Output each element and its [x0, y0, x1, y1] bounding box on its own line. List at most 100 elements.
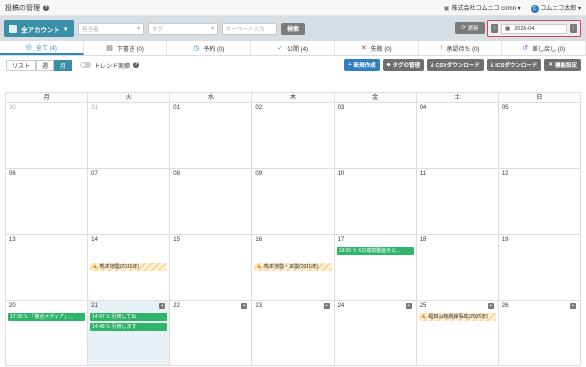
- calendar-day[interactable]: 05: [498, 103, 581, 169]
- calendar-day[interactable]: 24 +: [334, 301, 417, 366]
- calendar-day[interactable]: 18: [416, 235, 499, 301]
- help-icon[interactable]: ?: [133, 62, 140, 68]
- company-switcher[interactable]: ▣ 株式会社コムニコ comn ▾: [443, 3, 521, 13]
- day-number: 23: [255, 303, 263, 309]
- calendar-day[interactable]: 26 +: [498, 301, 581, 366]
- view-week-button[interactable]: 週: [36, 59, 55, 71]
- day-number: 02: [255, 105, 263, 111]
- tab-4[interactable]: ✕ 失敗 (0): [335, 41, 419, 55]
- anniversary-event[interactable]: ▲ 福知山線脱線事故(2005年): [418, 313, 496, 321]
- refresh-button[interactable]: ⟳ 更新: [455, 22, 485, 34]
- keyword-input[interactable]: キーワード入力: [222, 22, 277, 35]
- tag-manage-button[interactable]: ⬥ タグの管理: [382, 59, 425, 71]
- calendar-day[interactable]: 04: [416, 103, 499, 169]
- calendar-day[interactable]: 31: [88, 103, 171, 169]
- scheduled-post[interactable]: 14:47 𝕏 引用してね: [90, 313, 168, 321]
- add-post-icon[interactable]: +: [241, 303, 248, 309]
- tab-0[interactable]: ◎ 全て (4): [0, 41, 84, 55]
- settings-button[interactable]: ✕ 機能設定: [544, 59, 581, 71]
- csv-download-button[interactable]: ⤓ CSVダウンロード: [427, 59, 484, 71]
- calendar-week: 13 14 ▲ 熊本地震(2016年) 15 16 ▲ 熊本地震・本震(2016年) 17 1…: [6, 235, 581, 301]
- weekday-header: 月: [6, 93, 89, 103]
- calendar-day[interactable]: 25 + ▲ 福知山線脱線事故(2005年): [416, 301, 499, 366]
- tab-6[interactable]: ↺ 差し戻し (0): [502, 41, 586, 55]
- next-month-button[interactable]: ›: [570, 24, 577, 33]
- calendar-day[interactable]: 22 +: [170, 301, 253, 366]
- tab-5[interactable]: ! 承認待ち (0): [419, 41, 503, 55]
- event-label: 17:30 𝕏 「複合メディア」...: [10, 314, 74, 320]
- day-number: 13: [9, 237, 16, 243]
- author-select[interactable]: 担当者 ▾: [78, 22, 144, 35]
- day-number: 21: [91, 303, 98, 309]
- prev-month-button[interactable]: ‹: [491, 24, 498, 33]
- tab-2[interactable]: ◷ 予約 (0): [167, 41, 252, 55]
- day-number: 03: [337, 105, 345, 111]
- add-post-icon[interactable]: +: [569, 303, 576, 309]
- calendar-day[interactable]: 17 18:00 𝕏 Xの複数動画を公...: [334, 235, 417, 301]
- download-icon: ⤓: [490, 61, 494, 68]
- view-list-button[interactable]: リスト: [6, 59, 37, 71]
- calendar-day[interactable]: 13: [6, 235, 89, 301]
- ics-download-button[interactable]: ⤓ ICSダウンロード: [486, 59, 542, 71]
- calendar-day[interactable]: 09: [252, 169, 335, 235]
- day-number: 15: [173, 237, 180, 243]
- weekday-header: 日: [498, 93, 581, 103]
- calendar-day[interactable]: 10: [334, 169, 417, 235]
- anniversary-event[interactable]: ▲ 熊本地震(2016年): [90, 263, 168, 271]
- tab-3[interactable]: ✓ 公開 (4): [251, 41, 335, 55]
- add-post-icon[interactable]: +: [487, 303, 494, 309]
- tab-icon: ↺: [522, 45, 529, 52]
- tools-icon: ✕: [548, 62, 553, 68]
- scheduled-post[interactable]: 18:00 𝕏 Xの複数動画を公...: [336, 247, 414, 255]
- help-icon[interactable]: ?: [43, 4, 49, 11]
- day-number: 07: [91, 171, 98, 177]
- month-input[interactable]: ▦ 2026-04: [501, 23, 567, 34]
- calendar-day[interactable]: 16 ▲ 熊本地震・本震(2016年): [252, 235, 335, 301]
- calendar-day[interactable]: 23 +: [252, 301, 335, 366]
- add-post-icon[interactable]: +: [405, 303, 412, 309]
- calendar-day[interactable]: 06: [6, 169, 89, 235]
- calendar-day[interactable]: 15: [170, 235, 253, 301]
- day-number: 22: [173, 303, 180, 309]
- tab-label: 失敗 (0): [370, 46, 392, 53]
- weekday-header: 木: [252, 93, 335, 103]
- calendar-day[interactable]: 19: [498, 235, 581, 301]
- account-selector[interactable]: 全アカウント ▾: [4, 20, 74, 37]
- user-menu[interactable]: C コムニコ太郎 ▾: [530, 3, 581, 13]
- scheduled-post[interactable]: 17:30 𝕏 「複合メディア」...: [8, 313, 86, 321]
- month-picker: ‹ ▦ 2026-04 ›: [487, 20, 581, 37]
- day-number: 30: [9, 105, 16, 111]
- tab-1[interactable]: ▤ 下書き (0): [84, 41, 168, 55]
- anniversary-event[interactable]: ▲ 熊本地震・本震(2016年): [254, 263, 332, 271]
- tag-select[interactable]: タグ ▾: [148, 22, 218, 35]
- calendar-icon: ▦: [505, 25, 511, 32]
- day-number: 18: [419, 237, 427, 243]
- scheduled-post[interactable]: 14:48 𝕏 引用します: [90, 323, 168, 331]
- calendar-week: 30 31 01 02 03 04 05: [6, 103, 581, 169]
- calendar-day[interactable]: 07: [88, 169, 171, 235]
- calendar-day[interactable]: 02: [252, 103, 335, 169]
- page-title: 投稿の管理?: [5, 4, 49, 12]
- calendar-day[interactable]: 21 +14:47 𝕏 引用してね 14:48 𝕏 引用します: [88, 301, 171, 366]
- tab-icon: ◷: [193, 45, 200, 52]
- new-post-button[interactable]: + 新規作成: [344, 59, 380, 71]
- add-post-icon[interactable]: +: [323, 303, 330, 309]
- building-icon: ▣: [443, 5, 450, 12]
- calendar-day[interactable]: 01: [170, 103, 253, 169]
- refresh-icon: ⟳: [461, 25, 466, 31]
- calendar-day[interactable]: 20 17:30 𝕏 「複合メディア」...: [6, 301, 89, 366]
- calendar-day[interactable]: 14 ▲ 熊本地震(2016年): [88, 235, 171, 301]
- calendar-day[interactable]: 11: [416, 169, 499, 235]
- calendar-day[interactable]: 12: [498, 169, 581, 235]
- day-number: 11: [419, 171, 426, 177]
- calendar-day[interactable]: 08: [170, 169, 253, 235]
- calendar-day[interactable]: 03: [334, 103, 417, 169]
- weekday-header: 水: [170, 93, 253, 103]
- search-button[interactable]: 検索: [281, 22, 306, 35]
- day-number: 24: [337, 303, 345, 309]
- view-month-button[interactable]: 月: [54, 59, 73, 71]
- warning-icon: ▲: [92, 264, 100, 270]
- calendar-day[interactable]: 30: [6, 103, 89, 169]
- trend-toggle[interactable]: [80, 62, 92, 68]
- add-post-icon[interactable]: +: [159, 303, 166, 309]
